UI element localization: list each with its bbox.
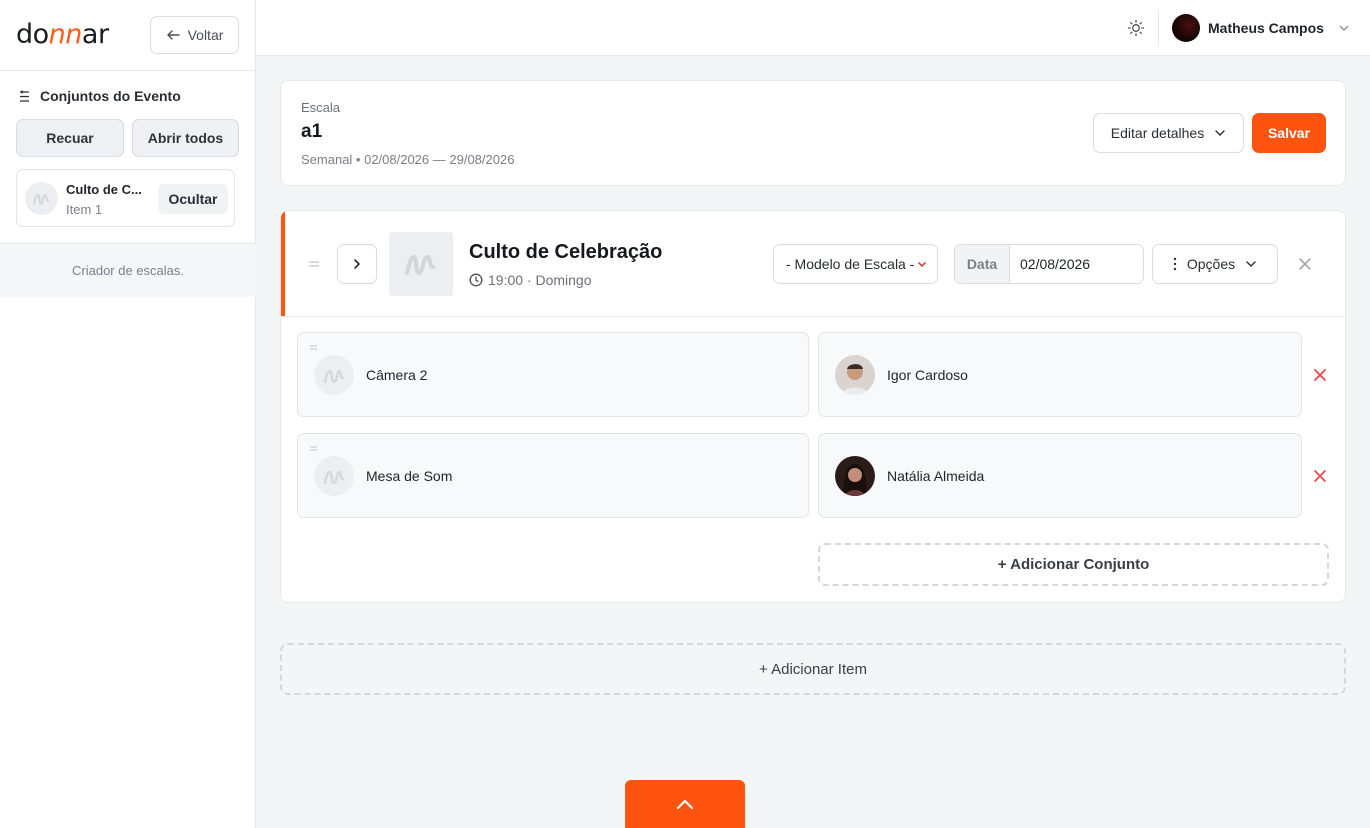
- event-accent-bar: [281, 211, 285, 316]
- role-name: Câmera 2: [366, 367, 428, 383]
- person-photo-icon: [835, 456, 875, 496]
- logo-suffix: ar: [81, 19, 109, 50]
- escala-label: Escala: [301, 100, 341, 115]
- remove-icon[interactable]: [1313, 368, 1327, 382]
- logo[interactable]: donnar: [16, 19, 109, 51]
- role-slot[interactable]: Mesa de Som: [297, 433, 809, 518]
- section-title-label: Conjuntos do Evento: [40, 88, 181, 104]
- more-vertical-icon: [1173, 257, 1177, 271]
- chevron-down-icon: [1246, 261, 1256, 267]
- options-label: Opções: [1186, 256, 1236, 272]
- placeholder-logo-icon: [405, 254, 435, 276]
- escala-header-card: Escala a1 Semanal • 02/08/2026 — 29/08/2…: [280, 80, 1346, 186]
- date-label: Data: [955, 245, 1010, 283]
- topbar-separator: [1158, 10, 1159, 46]
- event-thumbnail: [389, 232, 453, 296]
- role-slot[interactable]: Câmera 2: [297, 332, 809, 417]
- event-card: Culto de Celebração 19:00 · Domingo - Mo…: [280, 210, 1346, 603]
- avatar: [835, 456, 875, 496]
- avatar: [835, 355, 875, 395]
- event-header: Culto de Celebração 19:00 · Domingo - Mo…: [281, 211, 1345, 317]
- clock-icon: [469, 273, 483, 287]
- hide-button[interactable]: Ocultar: [158, 184, 228, 214]
- sun-icon[interactable]: [1127, 19, 1145, 37]
- placeholder-logo-icon: [314, 355, 354, 395]
- placeholder-logo-icon: [25, 182, 58, 215]
- edit-details-label: Editar detalhes: [1110, 125, 1205, 141]
- topbar: Matheus Campos: [256, 0, 1370, 56]
- role-name: Mesa de Som: [366, 468, 453, 484]
- arrow-left-icon: [166, 30, 180, 40]
- set-card-title: Culto de C...: [66, 182, 142, 197]
- placeholder-logo-icon: [314, 456, 354, 496]
- user-avatar[interactable]: [1172, 14, 1200, 42]
- drag-handle-icon[interactable]: [310, 446, 317, 451]
- add-set-button[interactable]: + Adicionar Conjunto: [818, 543, 1329, 586]
- remove-icon[interactable]: [1313, 469, 1327, 483]
- back-button[interactable]: Voltar: [150, 16, 239, 54]
- save-button[interactable]: Salvar: [1252, 113, 1326, 153]
- logo-prefix: do: [16, 19, 49, 50]
- date-field[interactable]: Data 02/08/2026: [954, 244, 1144, 284]
- sidebar-footer: Criador de escalas.: [0, 243, 256, 297]
- open-all-button[interactable]: Abrir todos: [132, 119, 239, 157]
- model-select[interactable]: - Modelo de Escala -: [773, 244, 938, 284]
- person-slot[interactable]: Igor Cardoso: [818, 332, 1302, 417]
- date-input[interactable]: 02/08/2026: [1010, 245, 1143, 283]
- add-item-button[interactable]: + Adicionar Item: [280, 643, 1346, 695]
- event-title: Culto de Celebração: [469, 241, 663, 263]
- expand-button[interactable]: [337, 244, 377, 284]
- person-name: Igor Cardoso: [887, 367, 968, 383]
- escala-name: a1: [301, 121, 323, 142]
- drag-handle-icon[interactable]: [309, 261, 319, 267]
- recuar-button[interactable]: Recuar: [16, 119, 124, 157]
- scroll-up-button[interactable]: [625, 780, 745, 828]
- user-name[interactable]: Matheus Campos: [1208, 20, 1324, 36]
- event-time-label: 19:00 · Domingo: [488, 272, 592, 288]
- person-photo-icon: [835, 355, 875, 395]
- options-button[interactable]: Opções: [1152, 244, 1278, 284]
- model-select-value: - Modelo de Escala -: [786, 256, 915, 272]
- sidebar: donnar Voltar Conjuntos do Evento Recuar…: [0, 0, 256, 828]
- chevron-down-icon[interactable]: [1338, 22, 1350, 34]
- drag-handle-icon[interactable]: [310, 345, 317, 350]
- person-slot[interactable]: Natália Almeida: [818, 433, 1302, 518]
- chevron-up-icon: [676, 799, 694, 810]
- list-icon: [20, 90, 29, 102]
- section-title: Conjuntos do Evento: [18, 88, 181, 104]
- logo-row: donnar Voltar: [0, 0, 255, 71]
- logo-accent: nn: [48, 19, 83, 50]
- edit-details-button[interactable]: Editar detalhes: [1093, 113, 1244, 153]
- set-card[interactable]: Culto de C... Item 1 Ocultar: [16, 169, 235, 227]
- set-card-subtitle: Item 1: [66, 202, 103, 217]
- escala-meta: Semanal • 02/08/2026 — 29/08/2026: [301, 152, 515, 167]
- person-name: Natália Almeida: [887, 468, 985, 484]
- close-icon[interactable]: [1297, 256, 1313, 272]
- event-time: 19:00 · Domingo: [469, 272, 592, 288]
- back-label: Voltar: [187, 27, 224, 43]
- chevron-down-icon: [1215, 130, 1225, 136]
- chevron-right-icon: [354, 259, 360, 269]
- chevron-down-icon: [917, 261, 927, 268]
